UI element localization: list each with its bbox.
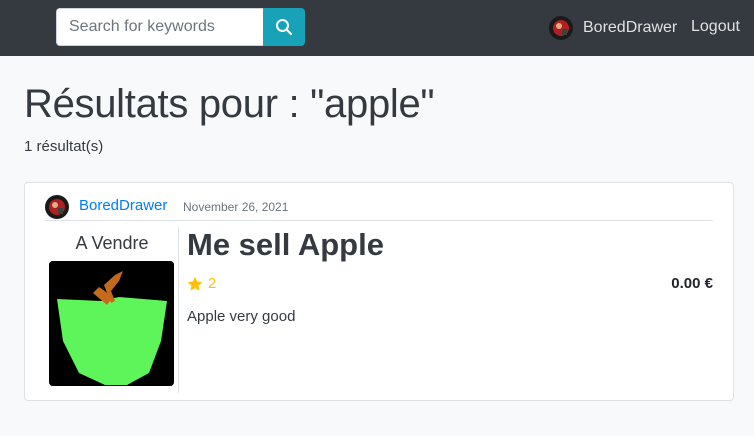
post-description: Apple very good [187, 308, 296, 325]
star-icon [187, 276, 203, 291]
author-avatar[interactable] [45, 195, 69, 219]
logout-link[interactable]: Logout [691, 18, 740, 36]
search-icon [276, 19, 292, 35]
post-thumbnail[interactable] [49, 261, 174, 386]
rating-value: 2 [208, 275, 217, 292]
search-form [56, 8, 305, 46]
search-button[interactable] [263, 8, 305, 46]
post-date: November 26, 2021 [183, 200, 289, 214]
post-price: 0.00 € [671, 275, 713, 292]
nav-username[interactable]: BoredDrawer [583, 19, 677, 37]
author-link[interactable]: BoredDrawer [79, 197, 167, 214]
user-menu[interactable]: BoredDrawer [549, 15, 677, 41]
post-title[interactable]: Me sell Apple [187, 227, 384, 263]
post-header: BoredDrawer November 26, 2021 [45, 195, 713, 221]
post-rating: 2 [187, 275, 216, 292]
sale-status-label: A Vendre [75, 233, 149, 253]
page-title: Résultats pour : "apple" [24, 82, 435, 126]
avatar [549, 16, 573, 40]
search-input[interactable] [56, 8, 263, 46]
result-count: 1 résultat(s) [24, 138, 104, 155]
post-card[interactable]: BoredDrawer November 26, 2021 A Vendre M… [24, 182, 734, 401]
navbar: BoredDrawer Logout [0, 0, 754, 56]
post-sidebar: A Vendre [39, 227, 179, 393]
